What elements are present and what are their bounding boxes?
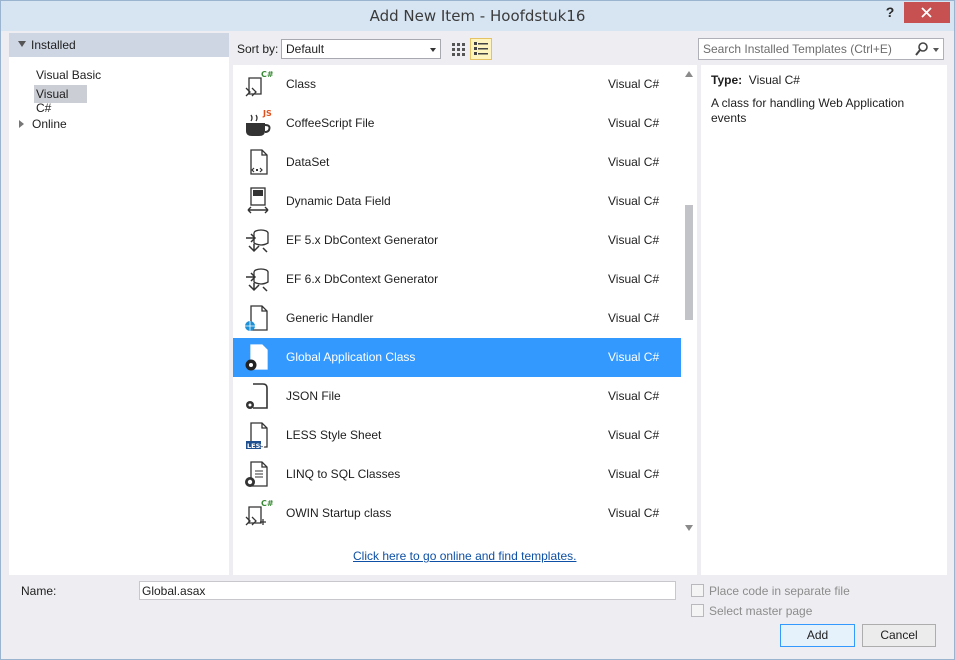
svg-text:LESS: LESS xyxy=(247,442,265,450)
tree-item-online[interactable]: Online xyxy=(9,115,229,133)
template-row[interactable]: EF 5.x DbContext Generator Visual C# xyxy=(233,221,681,260)
template-list: C# Class Visual C# JS CoffeeScript File Visua… xyxy=(233,65,697,575)
template-row[interactable]: DataSet Visual C# xyxy=(233,143,681,182)
template-language: Visual C# xyxy=(608,506,660,520)
grid-view-icon xyxy=(452,43,465,56)
template-row[interactable]: LINQ to SQL Classes Visual C# xyxy=(233,455,681,494)
scroll-up-icon[interactable] xyxy=(685,71,693,77)
tree-item-visual-csharp[interactable]: Visual C# xyxy=(34,85,87,115)
template-language: Visual C# xyxy=(608,467,660,481)
sort-dropdown[interactable]: Default xyxy=(281,39,441,59)
collapsed-arrow-icon xyxy=(19,120,24,128)
expanded-arrow-icon xyxy=(18,41,26,47)
search-options-icon[interactable] xyxy=(933,48,939,52)
name-label: Name: xyxy=(21,584,57,598)
template-row[interactable]: Global Application Class Visual C# xyxy=(233,338,681,377)
template-name: LINQ to SQL Classes xyxy=(286,467,401,481)
json-icon xyxy=(241,380,273,412)
template-name: EF 6.x DbContext Generator xyxy=(286,272,439,286)
dialog-title: Add New Item - Hoofdstuk16 xyxy=(369,7,586,25)
cancel-button[interactable]: Cancel xyxy=(862,624,936,647)
type-label: Type: xyxy=(711,73,743,87)
template-row[interactable]: Generic Handler Visual C# xyxy=(233,299,681,338)
find-templates-online-link[interactable]: Click here to go online and find templat… xyxy=(353,549,576,563)
dynamic-data-icon xyxy=(241,185,273,217)
template-name: Global Application Class xyxy=(286,350,416,364)
template-name: DataSet xyxy=(286,155,330,169)
generic-handler-icon xyxy=(241,302,273,334)
template-name: EF 5.x DbContext Generator xyxy=(286,233,439,247)
tree-label-online: Online xyxy=(32,117,67,131)
global-class-icon xyxy=(241,341,273,373)
sort-label: Sort by: xyxy=(237,42,279,56)
template-details: Type: Visual C# A class for handling Web… xyxy=(701,65,947,575)
template-language: Visual C# xyxy=(608,428,660,442)
svg-text:C#: C# xyxy=(261,70,273,79)
template-row[interactable]: JSON File Visual C# xyxy=(233,377,681,416)
tree-label-installed: Installed xyxy=(31,38,76,52)
list-view-icon xyxy=(474,42,488,55)
master-page-checkbox[interactable] xyxy=(691,604,704,617)
details-view-button[interactable] xyxy=(470,38,492,60)
master-page-label: Select master page xyxy=(709,604,813,618)
close-button[interactable] xyxy=(904,2,950,23)
template-name: CoffeeScript File xyxy=(286,116,375,130)
sort-value: Default xyxy=(286,42,325,56)
template-name: OWIN Startup class xyxy=(286,506,392,520)
ef-generator-icon xyxy=(241,224,273,256)
tree-item-visual-basic[interactable]: Visual Basic xyxy=(36,68,101,82)
svg-text:C#: C# xyxy=(261,499,273,508)
template-name: LESS Style Sheet xyxy=(286,428,382,442)
template-row[interactable]: EF 6.x DbContext Generator Visual C# xyxy=(233,260,681,299)
template-name: JSON File xyxy=(286,389,341,403)
template-language: Visual C# xyxy=(608,389,660,403)
template-name: Generic Handler xyxy=(286,311,374,325)
add-new-item-dialog: Add New Item - Hoofdstuk16 ? Installed V… xyxy=(0,0,955,660)
template-row[interactable]: LESS LESS Style Sheet Visual C# xyxy=(233,416,681,455)
template-name: Class xyxy=(286,77,317,91)
template-language: Visual C# xyxy=(608,194,660,208)
search-box[interactable] xyxy=(698,38,944,60)
template-row[interactable]: JS CoffeeScript File Visual C# xyxy=(233,104,681,143)
medium-icons-view-button[interactable] xyxy=(447,38,469,60)
separate-file-checkbox[interactable] xyxy=(691,584,704,597)
scroll-down-icon[interactable] xyxy=(685,525,693,531)
template-language: Visual C# xyxy=(608,350,660,364)
ef-generator-icon xyxy=(241,263,273,295)
help-button[interactable]: ? xyxy=(881,4,899,24)
template-row[interactable]: C# OWIN Startup class Visual C# xyxy=(233,494,681,533)
search-icon xyxy=(915,42,928,56)
template-language: Visual C# xyxy=(608,155,660,169)
name-field[interactable] xyxy=(139,581,676,600)
type-value: Visual C# xyxy=(748,73,800,87)
search-input[interactable] xyxy=(703,41,908,57)
close-icon xyxy=(921,7,932,18)
template-language: Visual C# xyxy=(608,233,660,247)
category-tree: Installed Visual Basic Visual C# Online xyxy=(9,33,229,575)
template-language: Visual C# xyxy=(608,116,660,130)
title-bar: Add New Item - Hoofdstuk16 ? xyxy=(1,1,954,31)
template-row[interactable]: C# Class Visual C# xyxy=(233,65,681,104)
template-language: Visual C# xyxy=(608,311,660,325)
coffee-icon: JS xyxy=(241,107,273,139)
tree-label-visual-csharp: Visual C# xyxy=(36,87,69,115)
add-button[interactable]: Add xyxy=(780,624,855,647)
class-icon: C# xyxy=(241,68,274,100)
tree-item-installed[interactable]: Installed xyxy=(9,33,229,57)
vertical-scrollbar[interactable] xyxy=(681,65,697,535)
template-row[interactable]: Dynamic Data Field Visual C# xyxy=(233,182,681,221)
chevron-down-icon xyxy=(430,48,436,52)
owin-icon: C# xyxy=(241,497,274,529)
template-language: Visual C# xyxy=(608,272,660,286)
template-description: A class for handling Web Application eve… xyxy=(711,96,905,125)
separate-file-label: Place code in separate file xyxy=(709,584,850,598)
type-line: Type: Visual C# xyxy=(711,73,800,87)
dataset-icon xyxy=(241,146,273,178)
template-name: Dynamic Data Field xyxy=(286,194,391,208)
less-icon: LESS xyxy=(241,419,273,451)
linq-icon xyxy=(241,458,273,490)
svg-text:JS: JS xyxy=(262,109,272,118)
template-language: Visual C# xyxy=(608,77,660,91)
scroll-thumb[interactable] xyxy=(685,205,693,320)
